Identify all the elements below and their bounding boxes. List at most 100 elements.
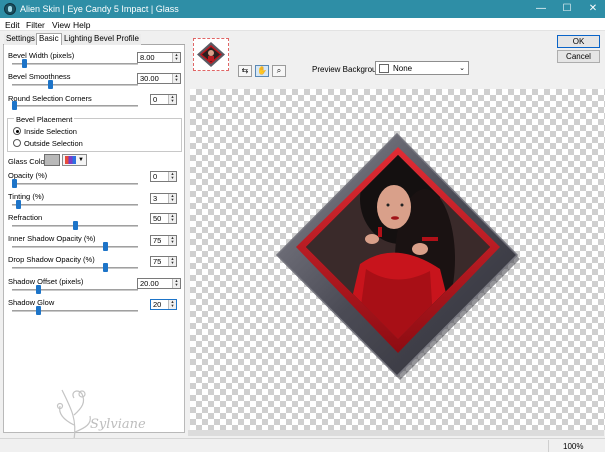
tab-basic[interactable]: Basic — [36, 33, 62, 45]
drop-shadow-opacity-field[interactable]: 75 ▲ ▼ — [150, 256, 177, 267]
refraction-slider[interactable] — [12, 221, 138, 230]
drop-shadow-opacity-spinner[interactable]: ▲ ▼ — [168, 257, 176, 266]
inner-shadow-opacity-label: Inner Shadow Opacity (%) — [8, 234, 96, 243]
bevel-smoothness-slider[interactable] — [12, 80, 138, 89]
shadow-glow-slider[interactable] — [12, 306, 138, 315]
shadow-glow-label: Shadow Glow — [8, 298, 55, 307]
menu-help[interactable]: Help — [73, 20, 90, 30]
shadow-glow-slider-thumb[interactable] — [36, 306, 41, 315]
bevel-smoothness-spinner[interactable]: ▲ ▼ — [172, 74, 180, 83]
zoom-level: 100% — [563, 442, 584, 451]
inner-shadow-opacity-value: 75 — [153, 236, 162, 245]
bevel-placement-label: Bevel Placement — [14, 115, 75, 124]
shadow-offset-spinner[interactable]: ▲ ▼ — [172, 279, 180, 288]
opacity-value: 0 — [153, 172, 158, 181]
opacity-slider[interactable] — [12, 179, 138, 188]
bevel-placement-group: Bevel Placement Inside Selection Outside… — [7, 115, 182, 152]
cancel-button[interactable]: Cancel — [557, 50, 600, 63]
settings-tabs: Settings Basic Lighting Bevel Profile — [3, 33, 185, 45]
drop-shadow-opacity-slider[interactable] — [12, 263, 138, 272]
opacity-slider-thumb[interactable] — [12, 179, 17, 188]
round-corners-value: 0 — [153, 95, 158, 104]
compare-tool-icon: ⇆ — [241, 66, 249, 75]
status-divider — [548, 440, 549, 452]
minimize-button[interactable]: — — [528, 0, 554, 18]
refraction-slider-thumb[interactable] — [73, 221, 78, 230]
bevel-smoothness-field[interactable]: 30.00 ▲ ▼ — [137, 73, 181, 84]
ok-button[interactable]: OK — [557, 35, 600, 48]
preview-background-select[interactable]: None ⌄ — [375, 61, 469, 75]
preview-background-value: None — [393, 64, 413, 73]
refraction-spinner[interactable]: ▲ ▼ — [168, 214, 176, 223]
shadow-offset-field[interactable]: 20.00 ▲ ▼ — [137, 278, 181, 289]
title-bar: Alien Skin | Eye Candy 5 Impact | Glass … — [0, 0, 605, 18]
preview-image — [275, 132, 520, 380]
tab-lighting[interactable]: Lighting — [62, 34, 95, 45]
tinting-value: 3 — [153, 194, 158, 203]
inside-selection-radio[interactable] — [13, 127, 21, 135]
bevel-width-field[interactable]: 8.00 ▲ ▼ — [137, 52, 181, 63]
shadow-glow-field[interactable]: 20 ▲ ▼ — [150, 299, 177, 310]
color-palette-button[interactable]: ▼ — [62, 154, 87, 166]
maximize-button[interactable]: ☐ — [554, 0, 580, 18]
preview-thumbnail[interactable] — [193, 38, 229, 71]
hand-tool-button[interactable]: ✋ — [255, 65, 269, 77]
tab-bevel-profile[interactable]: Bevel Profile — [92, 34, 141, 45]
bevel-smoothness-value: 30.00 — [140, 74, 159, 83]
inside-selection-label[interactable]: Inside Selection — [24, 127, 77, 136]
inner-shadow-opacity-slider-thumb[interactable] — [103, 242, 108, 251]
chevron-down-icon: ▼ — [78, 157, 84, 163]
bevel-width-spinner[interactable]: ▲ ▼ — [172, 53, 180, 62]
opacity-field[interactable]: 0 ▲ ▼ — [150, 171, 177, 182]
round-corners-field[interactable]: 0 ▲ ▼ — [150, 94, 177, 105]
status-bar: 100% — [0, 438, 605, 452]
tinting-slider[interactable] — [12, 200, 138, 209]
preview-scrollbar[interactable] — [188, 430, 604, 436]
menu-filter[interactable]: Filter — [26, 20, 45, 30]
bevel-smoothness-slider-thumb[interactable] — [48, 80, 53, 89]
round-corners-spinner[interactable]: ▲ ▼ — [168, 95, 176, 104]
shadow-glow-spinner[interactable]: ▲ ▼ — [168, 300, 176, 309]
alien-skin-app-icon — [4, 3, 16, 15]
bevel-width-slider[interactable] — [12, 59, 138, 68]
refraction-field[interactable]: 50 ▲ ▼ — [150, 213, 177, 224]
round-corners-label: Round Selection Corners — [8, 94, 92, 103]
hand-tool-icon: ✋ — [257, 66, 267, 75]
drop-shadow-opacity-value: 75 — [153, 257, 162, 266]
watermark-text: Sylviane — [90, 417, 146, 432]
preview-canvas[interactable] — [190, 89, 605, 430]
preview-background-swatch — [379, 64, 389, 73]
bevel-width-label: Bevel Width (pixels) — [8, 51, 75, 60]
chevron-down-icon: ⌄ — [459, 65, 465, 72]
menu-bar: Edit Filter View Help — [0, 18, 605, 31]
round-corners-slider-thumb[interactable] — [12, 101, 17, 110]
preview-thumbnail-icon — [197, 42, 225, 67]
tab-settings[interactable]: Settings — [4, 34, 37, 45]
palette-icon — [65, 156, 76, 164]
outside-selection-label[interactable]: Outside Selection — [24, 139, 83, 148]
zoom-tool-button[interactable]: ⌕ — [272, 65, 286, 77]
inner-shadow-opacity-slider[interactable] — [12, 242, 138, 251]
bevel-smoothness-label: Bevel Smoothness — [8, 72, 71, 81]
glass-color-swatch[interactable] — [44, 154, 60, 166]
bevel-width-value: 8.00 — [140, 53, 155, 62]
menu-edit[interactable]: Edit — [5, 20, 20, 30]
tinting-spinner[interactable]: ▲ ▼ — [168, 194, 176, 203]
close-button[interactable]: ✕ — [580, 0, 605, 18]
bevel-width-slider-thumb[interactable] — [22, 59, 27, 68]
tinting-field[interactable]: 3 ▲ ▼ — [150, 193, 177, 204]
window-title: Alien Skin | Eye Candy 5 Impact | Glass — [20, 4, 179, 14]
menu-view[interactable]: View — [52, 20, 70, 30]
outside-selection-radio[interactable] — [13, 139, 21, 147]
opacity-spinner[interactable]: ▲ ▼ — [168, 172, 176, 181]
inner-shadow-opacity-field[interactable]: 75 ▲ ▼ — [150, 235, 177, 246]
compare-tool-button[interactable]: ⇆ — [238, 65, 252, 77]
round-corners-slider[interactable] — [12, 101, 138, 110]
shadow-offset-slider[interactable] — [12, 285, 138, 294]
inner-shadow-opacity-spinner[interactable]: ▲ ▼ — [168, 236, 176, 245]
tinting-slider-thumb[interactable] — [16, 200, 21, 209]
drop-shadow-opacity-label: Drop Shadow Opacity (%) — [8, 255, 95, 264]
shadow-offset-slider-thumb[interactable] — [36, 285, 41, 294]
zoom-tool-icon: ⌕ — [276, 66, 282, 75]
drop-shadow-opacity-slider-thumb[interactable] — [103, 263, 108, 272]
